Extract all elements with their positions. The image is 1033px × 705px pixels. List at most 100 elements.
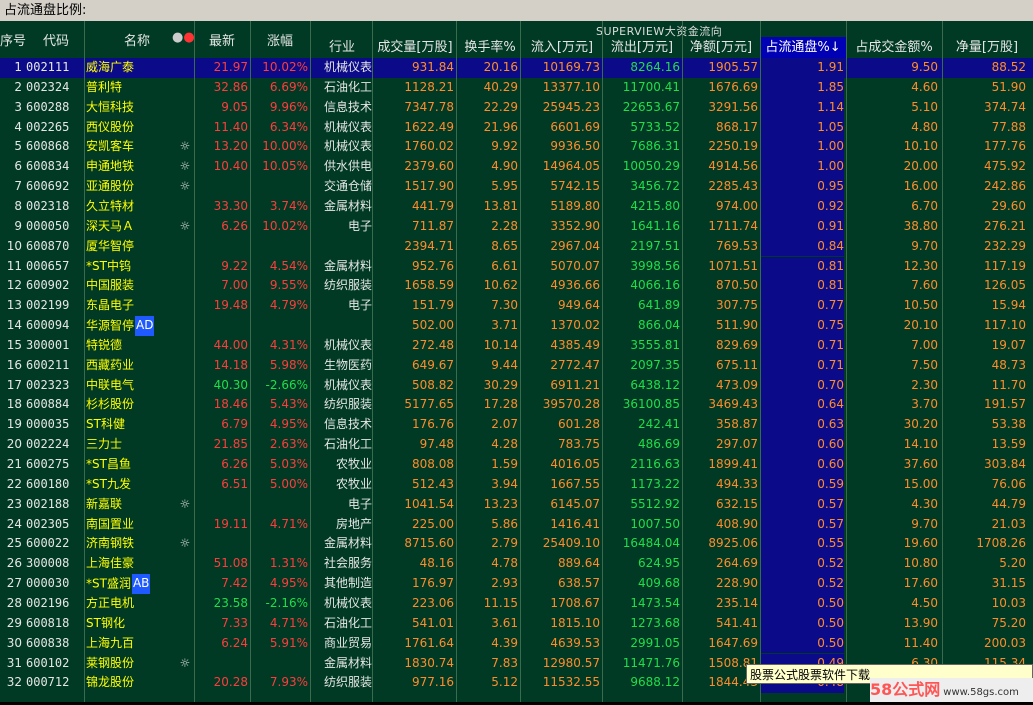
table-row[interactable]: 5 600868 安凯客车 ☼ 13.20 10.00% 机械仪表 1760.02 9.92 99… [0, 137, 1033, 158]
table-row[interactable]: 8 002318 久立特材 33.30 3.74% 金属材料 441.79 13.81 5189… [0, 196, 1033, 217]
status-mark-icon [178, 237, 192, 257]
col-net-shares[interactable]: 净量[万股] [942, 37, 1032, 58]
stock-code: 600868 [26, 139, 70, 154]
table-row[interactable]: 17 002323 中联电气 40.30 -2.66% 机械仪表 508.82 30.29 69… [0, 375, 1033, 396]
latest-price: 6.79 [221, 417, 248, 432]
float-ratio: 0.71 [760, 355, 844, 376]
float-ratio: 1.00 [760, 137, 844, 158]
stock-code: 600288 [26, 99, 70, 114]
col-idx[interactable]: 序号 [0, 30, 26, 49]
table-row[interactable]: 10 600870 厦华智停 2394.71 8.65 2967.04 2197.51 769… [0, 236, 1033, 257]
status-mark-icon: ☼ [179, 218, 191, 233]
col-volume[interactable]: 成交量[万股] [372, 37, 458, 58]
table-row[interactable]: 27 000030 *ST盛润 AB 7.42 4.95% 其他制造 176.97 2.93 63… [0, 574, 1033, 594]
table-row[interactable]: 12 600902 中国服装 7.00 9.55% 纺织服装 1658.59 10.62 493… [0, 276, 1033, 297]
row-index: 2 [14, 79, 22, 94]
stock-code: 002324 [26, 79, 70, 94]
outflow: 1641.16 [630, 218, 680, 233]
net-shares: 29.60 [991, 198, 1026, 213]
net-amount: 228.90 [716, 576, 758, 591]
amount-pct: 13.90 [903, 615, 938, 630]
table-row[interactable]: 29 600818 ST钢化 7.33 4.71% 石油化工 541.01 3.61 1815.… [0, 613, 1033, 634]
amount-pct: 30.20 [903, 417, 938, 432]
net-amount: 307.75 [716, 298, 758, 313]
inflow: 13377.10 [542, 79, 600, 94]
float-ratio: 0.81 [760, 276, 844, 297]
col-code[interactable]: 代码 [36, 30, 76, 49]
row-index: 17 [6, 377, 22, 392]
table-row[interactable]: 28 002196 方正电机 23.58 -2.16% 机械仪表 223.06 11.15 17… [0, 593, 1033, 614]
col-turnover[interactable]: 换手率% [458, 37, 522, 58]
col-ratio-sorted[interactable]: 占流通盘%↓ [760, 37, 846, 58]
inflow: 889.64 [558, 556, 600, 571]
outflow: 242.41 [638, 417, 680, 432]
table-row[interactable]: 22 600180 *ST九发 6.51 5.00% 农牧业 512.43 3.94 1667.… [0, 474, 1033, 495]
table-row[interactable]: 2 002324 普利特 32.86 6.69% 石油化工 1128.21 40.29 1337… [0, 77, 1033, 98]
table-row[interactable]: 21 600275 *ST昌鱼 6.26 5.03% 农牧业 808.08 1.59 4016.… [0, 455, 1033, 475]
table-row[interactable]: 14 600094 华源智停 AD 502.00 3.71 1370.02 866.04 511… [0, 316, 1033, 336]
col-amt-pct[interactable]: 占成交金额% [846, 37, 942, 58]
col-name[interactable]: 名称 [112, 30, 162, 49]
table-row[interactable]: 11 000657 *ST中钨 9.22 4.54% 金属材料 952.76 6.61 5070… [0, 256, 1033, 277]
col-latest[interactable]: 最新 [196, 30, 248, 49]
volume: 223.06 [412, 595, 454, 610]
table-row[interactable]: 19 000035 ST科健 6.79 4.95% 信息技术 176.76 2.07 601.2… [0, 415, 1033, 436]
float-ratio: 0.95 [760, 177, 844, 197]
col-outflow[interactable]: 流出[万元] [602, 37, 682, 58]
table-row[interactable]: 4 002265 西仪股份 11.40 6.34% 机械仪表 1622.49 21.96 660… [0, 117, 1033, 138]
col-change[interactable]: 涨幅 [252, 30, 308, 49]
net-amount: 675.11 [716, 357, 758, 372]
latest-price: 33.30 [213, 198, 248, 213]
table-row[interactable]: 3 600288 大恒科技 9.05 9.96% 信息技术 7347.78 22.29 2594… [0, 97, 1033, 118]
outflow: 2116.63 [630, 457, 680, 471]
table-row[interactable]: 26 300008 上海佳豪 51.08 1.31% 社会服务 48.16 4.78 889.6… [0, 554, 1033, 575]
volume: 931.84 [412, 60, 454, 74]
volume: 1622.49 [404, 119, 454, 134]
col-industry[interactable]: 行业 [312, 37, 372, 58]
change-pct: -2.66% [265, 377, 308, 392]
turnover: 4.28 [491, 437, 518, 452]
table-row[interactable]: 25 600022 济南钢铁 ☼ 金属材料 8715.60 2.79 25409.10 1648… [0, 534, 1033, 555]
change-pct: 1.31% [269, 556, 308, 571]
table-row[interactable]: 15 300001 特锐德 44.00 4.31% 机械仪表 272.48 10.14 4385… [0, 335, 1033, 356]
outflow: 11700.41 [622, 79, 680, 94]
outflow: 8264.16 [630, 60, 680, 74]
latest-price: 20.28 [213, 675, 248, 690]
table-row[interactable]: 30 600838 上海九百 6.24 5.91% 商业贸易 1761.64 4.39 4639… [0, 633, 1033, 654]
net-shares: 51.90 [991, 79, 1026, 94]
table-row[interactable]: 6 600834 申通地铁 ☼ 10.40 10.05% 供水供电 2379.60 4.90 14… [0, 157, 1033, 178]
turnover: 5.86 [491, 516, 518, 531]
table-row[interactable]: 20 002224 三力士 21.85 2.63% 石油化工 97.48 4.28 783.75… [0, 435, 1033, 455]
net-amount: 4914.56 [708, 159, 758, 174]
col-inflow[interactable]: 流入[万元] [522, 37, 602, 58]
industry: 供水供电 [323, 159, 372, 174]
latest-price: 11.40 [213, 119, 248, 134]
turnover: 13.23 [483, 496, 518, 511]
table-row[interactable]: 13 002199 东晶电子 19.48 4.79% 电子 151.79 7.30 949.64… [0, 296, 1033, 317]
volume: 1658.59 [404, 278, 454, 293]
float-ratio: 0.81 [760, 256, 844, 277]
table-row[interactable]: 18 600884 杉杉股份 18.46 5.43% 纺织服装 5177.65 17.28 39… [0, 395, 1033, 416]
table-row[interactable]: 1 002111 威海广泰 21.97 10.02% 机械仪表 931.84 20.16 101… [0, 58, 1033, 78]
row-index: 15 [6, 337, 22, 352]
table-row[interactable]: 24 002305 南国置业 19.11 4.71% 房地产 225.00 5.86 1416.… [0, 514, 1033, 535]
change-pct: 4.71% [269, 516, 308, 531]
status-mark-icon [178, 316, 192, 336]
amount-pct: 5.10 [911, 99, 938, 114]
table-row[interactable]: 23 002188 新嘉联 ☼ 电子 1041.54 13.23 6145.07 5512.92… [0, 494, 1033, 515]
stock-code: 300008 [26, 556, 70, 571]
outflow: 6438.12 [630, 377, 680, 392]
status-mark-icon [178, 257, 192, 277]
table-row[interactable]: 16 600211 西藏药业 14.18 5.98% 生物医药 649.67 9.44 2772… [0, 355, 1033, 376]
col-net[interactable]: 净额[万元] [682, 37, 760, 58]
status-mark-icon: ☼ [179, 655, 191, 670]
net-shares: 177.76 [984, 139, 1026, 154]
latest-price: 19.48 [213, 298, 248, 313]
stock-code: 000050 [26, 218, 70, 233]
stock-code: 002111 [26, 60, 70, 74]
table-row[interactable]: 7 600692 亚通股份 ☼ 交通仓储 1517.90 5.95 5742.15 3456.7… [0, 177, 1033, 197]
table-row[interactable]: 9 000050 深天马Ａ ☼ 6.26 10.02% 电子 711.87 2.28 3352.9… [0, 216, 1033, 237]
net-shares: 76.06 [991, 476, 1026, 491]
net-amount: 297.07 [716, 437, 758, 452]
amount-pct: 19.60 [903, 536, 938, 551]
